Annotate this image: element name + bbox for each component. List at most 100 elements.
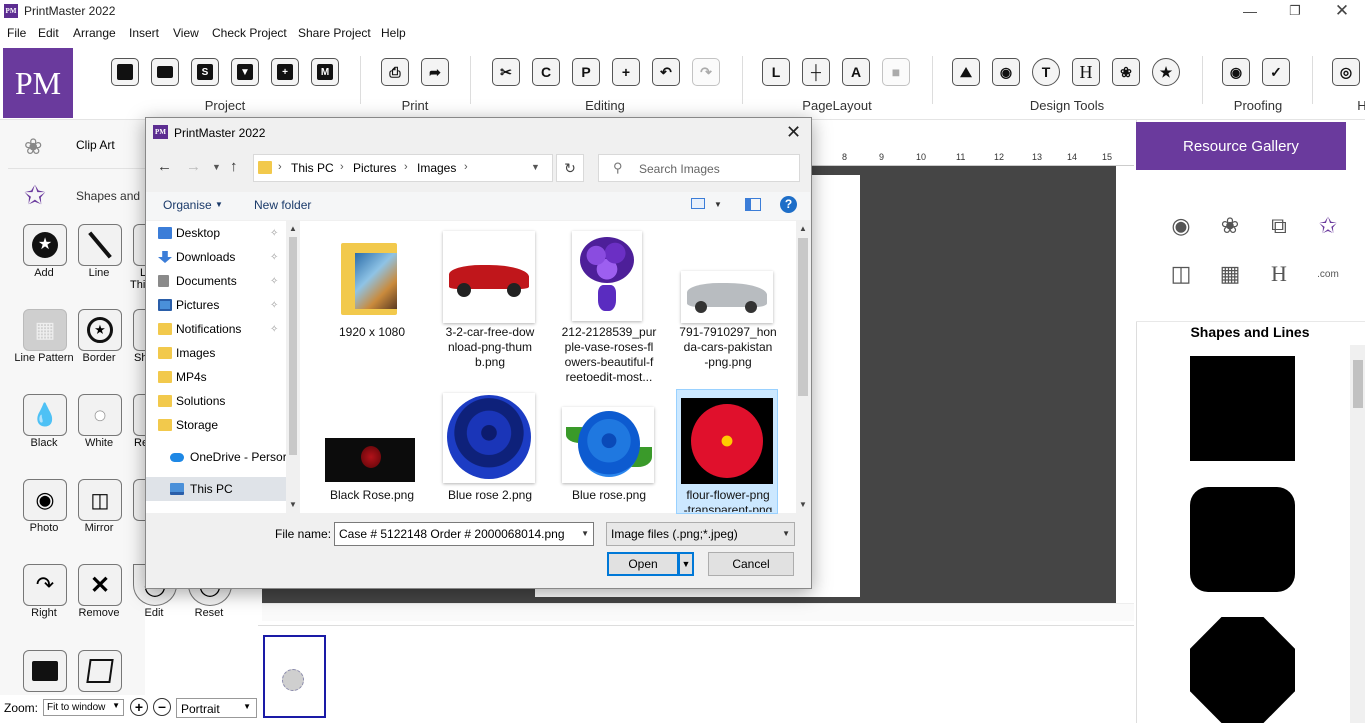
new-project-button[interactable] [111, 58, 139, 86]
organise-button[interactable]: Organise [163, 198, 212, 212]
file-scroll-thumb[interactable] [798, 238, 808, 396]
background-button[interactable]: ■ [882, 58, 910, 86]
file-label[interactable]: 212-2128539_pur ple-vase-roses-fl owers-… [544, 325, 674, 385]
nav-this-pc[interactable]: This PC [146, 477, 286, 501]
menu-view[interactable]: View [173, 26, 199, 40]
camera-button[interactable]: ◉ [992, 58, 1020, 86]
open-project-button[interactable] [151, 58, 179, 86]
add-shape-button[interactable]: ★ [23, 224, 67, 266]
nav-mp4s[interactable]: MP4s [146, 365, 286, 389]
picture-button[interactable]: ⛰ [952, 58, 980, 86]
help-icon[interactable]: ? [780, 196, 797, 213]
clip-art-label[interactable]: Clip Art [76, 138, 115, 152]
gallery-star-icon[interactable]: ✩ [1313, 211, 1343, 241]
redo-button[interactable]: ↷ [692, 58, 720, 86]
nav-documents[interactable]: Documents ✧ [146, 269, 286, 293]
mail-button[interactable]: M [311, 58, 339, 86]
file-type-select[interactable]: Image files (.png;*.jpeg) ▼ [606, 522, 795, 546]
file-label[interactable]: 3-2-car-free-dow nload-png-thum b.png [425, 325, 555, 370]
gallery-panel-icon[interactable]: ▦ [1215, 259, 1245, 289]
shape-square[interactable] [1190, 356, 1295, 461]
menu-share-project[interactable]: Share Project [298, 26, 371, 40]
scroll-up-icon[interactable]: ▲ [799, 224, 807, 233]
nav-images[interactable]: Images [146, 341, 286, 365]
view-options-icon[interactable] [691, 198, 705, 209]
crop-tool-button[interactable] [78, 650, 122, 692]
duplicate-button[interactable]: + [612, 58, 640, 86]
gallery-headline-icon[interactable]: H [1264, 259, 1294, 289]
save-project-button[interactable]: S [191, 58, 219, 86]
menu-help[interactable]: Help [381, 26, 406, 40]
forward-arrow-icon[interactable]: → [186, 158, 201, 175]
shadow-button[interactable] [133, 309, 145, 351]
cancel-button[interactable]: Cancel [708, 552, 794, 576]
white-fill-button[interactable]: ● [78, 394, 122, 436]
file-thumbnail-blue-rose[interactable] [562, 407, 654, 483]
breadcrumb-images[interactable]: Images [417, 161, 456, 175]
menu-arrange[interactable]: Arrange [73, 26, 116, 40]
save-as-button[interactable]: ▼ [231, 58, 259, 86]
minimize-icon[interactable]: — [1240, 2, 1260, 20]
help-button[interactable]: ◎ [1332, 58, 1360, 86]
border-button[interactable]: ★ [78, 309, 122, 351]
headline-button[interactable]: H [1072, 58, 1100, 86]
file-thumbnail-black-rose[interactable] [325, 438, 415, 482]
preview-button[interactable]: ◉ [1222, 58, 1250, 86]
recent-chevron-icon[interactable]: ▼ [212, 162, 221, 172]
close-icon[interactable]: ✕ [1332, 2, 1352, 20]
folder-tool-button[interactable] [23, 650, 67, 692]
search-box[interactable]: ⚲ Search Images [598, 154, 800, 182]
scroll-down-icon[interactable]: ▼ [289, 500, 297, 509]
open-dropdown-button[interactable]: ▼ [679, 552, 694, 576]
line-button[interactable] [78, 224, 122, 266]
gallery-scroll-thumb[interactable] [1353, 360, 1363, 408]
chevron-down-icon[interactable]: ▼ [581, 529, 589, 538]
more-tool-button[interactable] [133, 479, 145, 521]
photo-button[interactable]: ◉ [23, 479, 67, 521]
file-scrollbar[interactable]: ▲ ▼ [796, 221, 810, 513]
rotate-right-button[interactable]: ↷ [23, 564, 67, 606]
line-pattern-button[interactable]: ▦ [23, 309, 67, 351]
text-button[interactable]: T [1032, 58, 1060, 86]
file-label[interactable]: 791-7910297_hon da-cars-pakistan -png.pn… [663, 325, 793, 370]
file-label[interactable]: Black Rose.png [307, 488, 437, 503]
breadcrumb-pictures[interactable]: Pictures [353, 161, 396, 175]
preview-pane-icon[interactable] [745, 198, 761, 211]
restore-icon[interactable]: ❐ [1285, 2, 1305, 20]
scroll-up-icon[interactable]: ▲ [289, 224, 297, 233]
file-label[interactable]: Blue rose 2.png [425, 488, 555, 503]
breadcrumb-this-pc[interactable]: This PC [291, 161, 334, 175]
up-arrow-icon[interactable]: ↑ [230, 158, 238, 175]
shape-rounded-square[interactable] [1190, 487, 1295, 592]
file-label[interactable]: 1920 x 1080 [307, 325, 437, 340]
address-dropdown-icon[interactable]: ▼ [531, 162, 540, 172]
file-thumbnail-red-car[interactable] [443, 231, 535, 323]
zoom-select[interactable]: Fit to window ▼ [43, 699, 124, 716]
file-thumbnail-blue-rose-2[interactable] [443, 393, 535, 483]
gallery-lotus-icon[interactable]: ❀ [1215, 211, 1245, 241]
gallery-shapes-icon[interactable]: ⧉ [1264, 211, 1294, 241]
nav-notifications[interactable]: Notifications ✧ [146, 317, 286, 341]
address-bar[interactable]: › This PC › Pictures › Images › ▼ [253, 154, 553, 182]
shapes-button[interactable]: ★ [1152, 58, 1180, 86]
file-thumbnail-red-flower[interactable] [681, 398, 773, 484]
orientation-select[interactable]: Portrait ▼ [176, 698, 257, 718]
file-name-input[interactable]: Case # 5122148 Order # 2000068014.png ▼ [334, 522, 594, 546]
file-thumbnail-silver-car[interactable] [681, 271, 773, 323]
horizontal-scrollbar[interactable] [262, 603, 1134, 621]
nav-pictures[interactable]: Pictures ✧ [146, 293, 286, 317]
cut-button[interactable]: ✂ [492, 58, 520, 86]
menu-edit[interactable]: Edit [38, 26, 59, 40]
clip-art-button[interactable]: ❀ [1112, 58, 1140, 86]
nav-downloads[interactable]: Downloads ✧ [146, 245, 286, 269]
mirror-button[interactable]: ◫ [78, 479, 122, 521]
nav-desktop[interactable]: Desktop ✧ [146, 221, 286, 245]
file-thumbnail-folder[interactable] [339, 239, 401, 319]
back-arrow-icon[interactable]: ← [157, 158, 172, 175]
shape-octagon[interactable] [1190, 617, 1295, 723]
zoom-out-button[interactable]: – [153, 698, 171, 716]
zoom-in-button[interactable]: + [130, 698, 148, 716]
refresh-icon[interactable]: ↻ [556, 154, 584, 182]
black-fill-button[interactable]: 💧 [23, 394, 67, 436]
view-dropdown-icon[interactable]: ▼ [714, 200, 722, 209]
